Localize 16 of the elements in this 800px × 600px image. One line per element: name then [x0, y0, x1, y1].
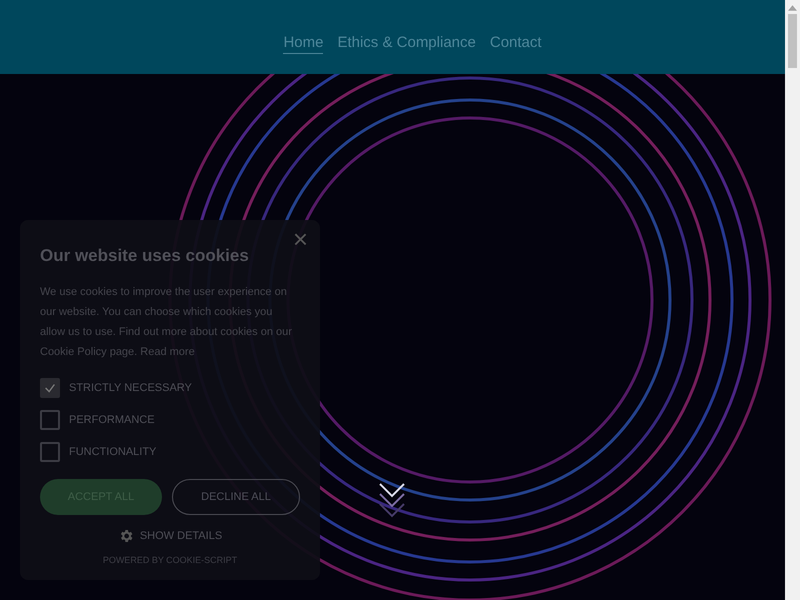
checkbox[interactable] [40, 442, 60, 462]
scrollbar-thumb[interactable] [788, 14, 797, 68]
scroll-up-icon[interactable] [788, 5, 797, 11]
dialog-title: Our website uses cookies [40, 246, 250, 266]
checkbox-label: STRICTLY NECESSARY [69, 382, 192, 394]
show-details-link[interactable]: SHOW DETAILS [140, 530, 222, 542]
checkmark-icon [43, 381, 57, 395]
checkbox[interactable] [40, 410, 60, 430]
nav-link[interactable]: Home [283, 34, 324, 54]
nav-link[interactable]: Ethics & Compliance [337, 34, 476, 54]
checkbox-label: FUNCTIONALITY [69, 446, 156, 458]
checkbox-label: PERFORMANCE [69, 414, 155, 426]
nav-link[interactable]: Contact [490, 34, 542, 54]
close-button[interactable]: × [288, 226, 312, 252]
scrollbar[interactable] [785, 0, 800, 600]
decline-all-button[interactable]: DECLINE ALL [172, 479, 300, 515]
